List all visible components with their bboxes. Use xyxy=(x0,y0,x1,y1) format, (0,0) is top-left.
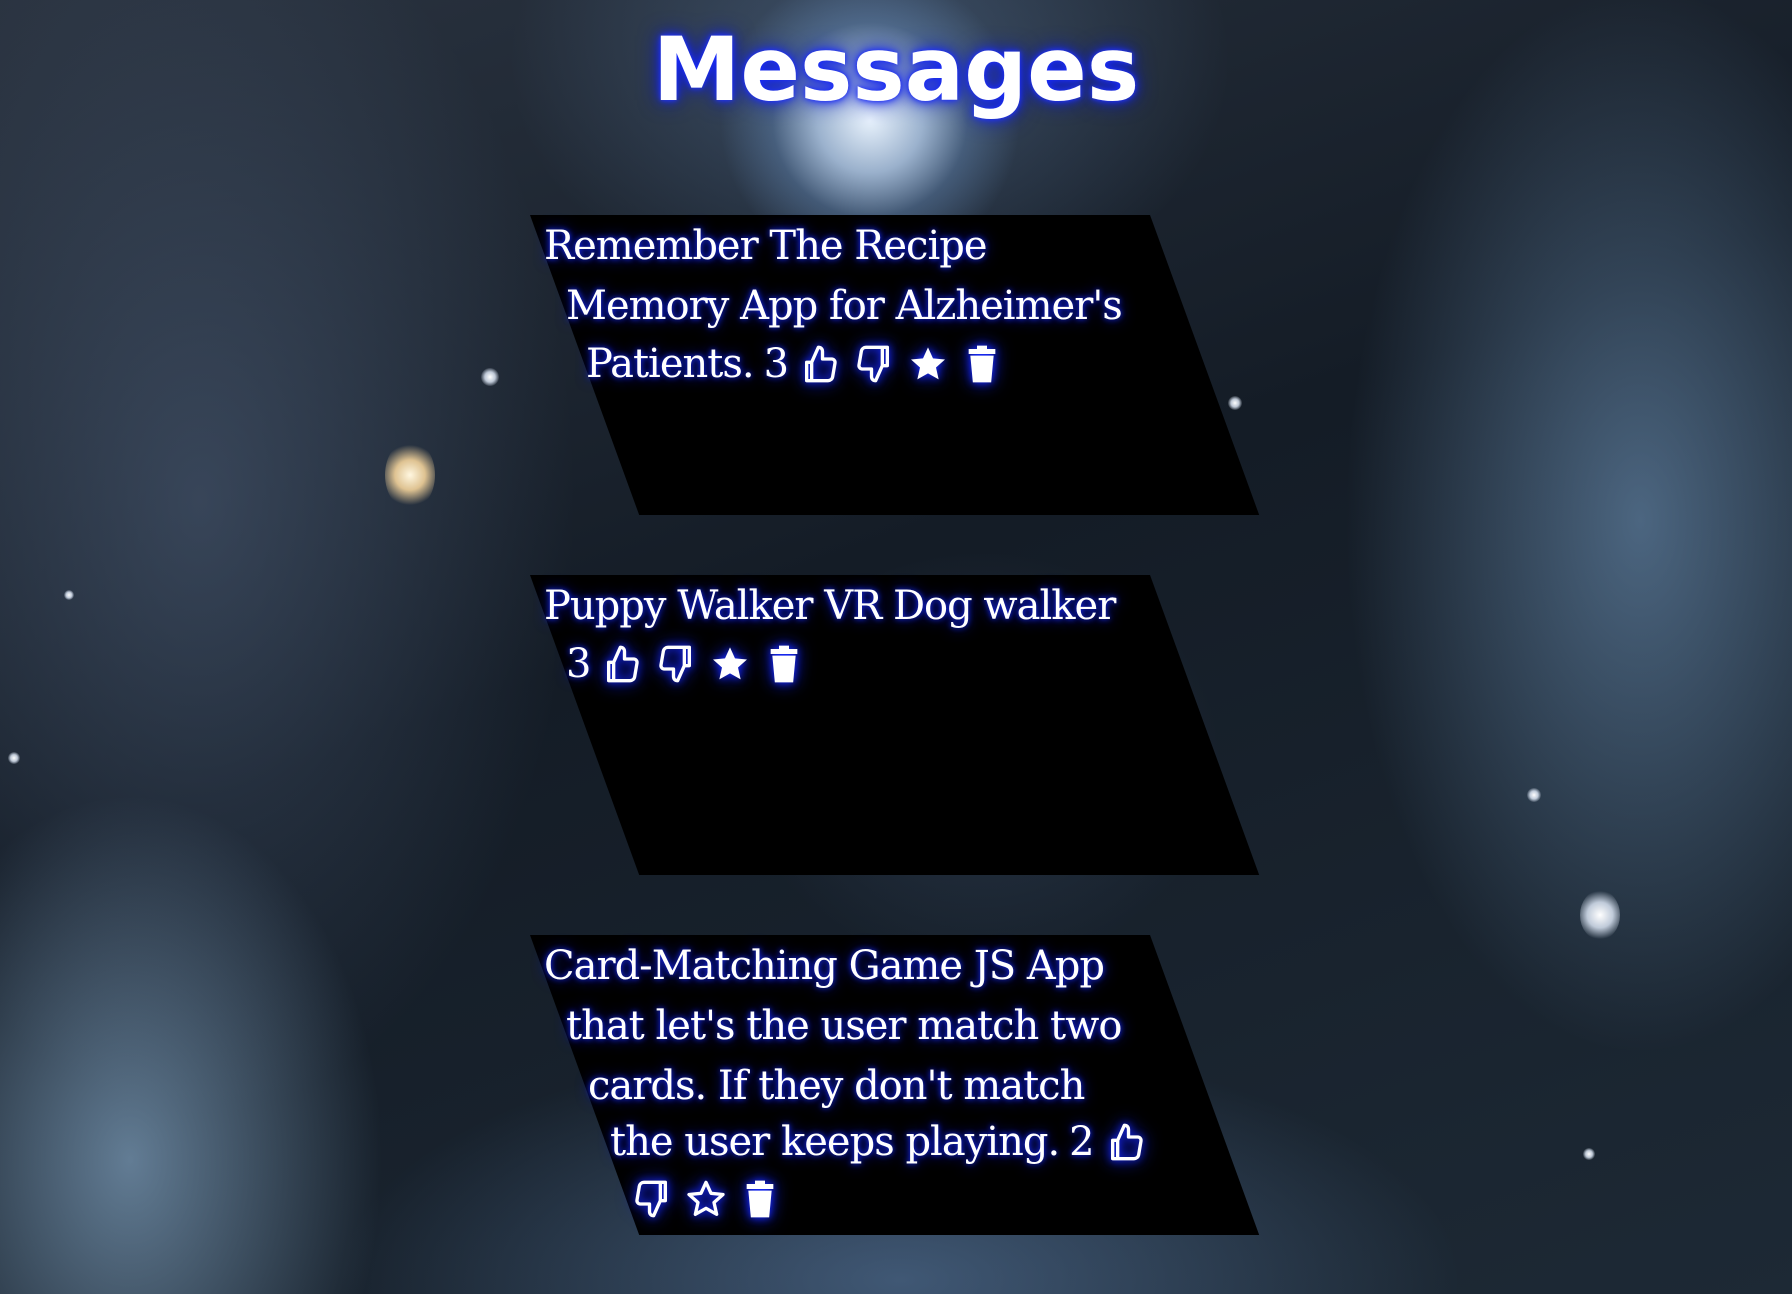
message-text: Puppy Walker VR Dog walker xyxy=(544,583,1116,629)
message-text: the user keeps playing. xyxy=(610,1119,1060,1165)
message-text: Memory App for Alzheimer's xyxy=(566,283,1122,329)
trash-icon[interactable] xyxy=(738,1177,782,1221)
thumbs-up-icon[interactable] xyxy=(1104,1120,1148,1164)
trash-icon[interactable] xyxy=(762,642,806,686)
message-text: Card-Matching Game JS App xyxy=(544,943,1104,989)
message-actions xyxy=(630,1177,782,1221)
trash-icon[interactable] xyxy=(960,342,1004,386)
message-actions: Patients. 3 xyxy=(586,341,1004,387)
thumbs-down-icon[interactable] xyxy=(630,1177,674,1221)
like-count: 3 xyxy=(566,641,591,687)
message-text: cards. If they don't match xyxy=(588,1063,1085,1109)
star-icon[interactable] xyxy=(906,342,950,386)
star-icon[interactable] xyxy=(708,642,752,686)
message-actions: 3 xyxy=(566,641,806,687)
thumbs-down-icon[interactable] xyxy=(852,342,896,386)
like-count: 2 xyxy=(1069,1119,1094,1165)
message-list: Remember The Recipe Memory App for Alzhe… xyxy=(0,0,1792,1294)
message-card: Card-Matching Game JS App that let's the… xyxy=(530,935,1260,1235)
thumbs-up-icon[interactable] xyxy=(600,642,644,686)
message-text: Patients. xyxy=(586,341,754,387)
thumbs-up-icon[interactable] xyxy=(798,342,842,386)
message-text: Remember The Recipe xyxy=(544,223,987,269)
message-actions: the user keeps playing. 2 xyxy=(610,1119,1148,1165)
thumbs-down-icon[interactable] xyxy=(654,642,698,686)
like-count: 3 xyxy=(763,341,789,387)
message-text: that let's the user match two xyxy=(566,1003,1122,1049)
message-card: Remember The Recipe Memory App for Alzhe… xyxy=(530,215,1260,515)
star-outline-icon[interactable] xyxy=(684,1177,728,1221)
message-card: Puppy Walker VR Dog walker 3 xyxy=(530,575,1260,875)
